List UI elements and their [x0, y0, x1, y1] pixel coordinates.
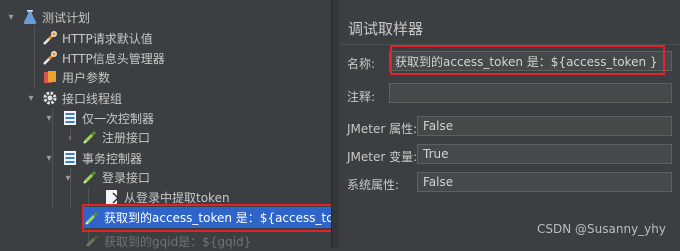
highlight-box [390, 45, 665, 75]
wrench-icon [43, 51, 57, 65]
highlight-box [82, 204, 336, 232]
tree-node-label: 仅一次控制器 [82, 111, 155, 126]
test-plan-tree[interactable]: ▾ 测试计划 HTTP请求默认值 HTTP信息头管理器 用户参数 ▾ 接口线程组… [0, 0, 347, 251]
pipette-icon [83, 170, 97, 184]
flask-icon [23, 10, 37, 24]
controller-icon [64, 111, 76, 125]
tree-node-label: 获取到的gqid是：${gqid} [104, 234, 252, 249]
wrench-icon [43, 31, 57, 45]
tree-node-http-headers[interactable]: HTTP信息头管理器 [42, 48, 165, 68]
extractor-icon [106, 190, 120, 204]
name-label: 名称: [347, 57, 376, 71]
jmeter-properties-select[interactable]: False [417, 116, 672, 136]
watermark: CSDN @Susanny_yhy [537, 222, 666, 236]
tree-guide-line [34, 26, 35, 88]
tree-node-thread-group[interactable]: 接口线程组 [42, 88, 122, 108]
system-properties-label: 系统属性: [347, 178, 400, 192]
tree-node-login-api[interactable]: 登录接口 [82, 167, 150, 187]
tree-node-label: 事务控制器 [82, 151, 143, 166]
tree-node-label: 接口线程组 [62, 91, 123, 106]
preprocessor-icon [44, 71, 56, 83]
pipette-icon [85, 234, 99, 248]
tree-node-user-params[interactable]: 用户参数 [42, 67, 110, 87]
system-properties-select[interactable]: False [417, 172, 672, 192]
tree-node-label: 测试计划 [42, 10, 91, 25]
tree-node-label: 从登录中提取token [124, 190, 230, 205]
jmeter-variables-label: JMeter 变量: [347, 150, 418, 164]
tree-node-transaction-controller[interactable]: 事务控制器 [62, 148, 142, 168]
tree-node-http-defaults[interactable]: HTTP请求默认值 [42, 28, 153, 48]
tree-node-label: HTTP请求默认值 [62, 31, 153, 46]
panel-title: 调试取样器 [348, 20, 424, 38]
tree-node-label: HTTP信息头管理器 [62, 51, 165, 66]
comment-field[interactable] [389, 83, 672, 103]
tree-node-test-plan[interactable]: 测试计划 [22, 7, 90, 27]
tree-node-register-api[interactable]: 注册接口 [82, 127, 150, 147]
tree-node-label: 登录接口 [102, 170, 151, 185]
collapse-chevron-icon[interactable]: ▾ [63, 173, 73, 184]
tree-node-gqid-sampler[interactable]: 获取到的gqid是：${gqid} [84, 231, 251, 251]
pipette-icon [83, 130, 97, 144]
jmeter-properties-label: JMeter 属性: [347, 122, 418, 136]
debug-sampler-panel: 调试取样器 名称: 获取到的access_token 是：${access_to… [339, 0, 680, 248]
tree-node-once-controller[interactable]: 仅一次控制器 [62, 108, 154, 128]
gear-icon [43, 91, 57, 105]
tree-node-label: 用户参数 [62, 70, 111, 85]
tree-node-label: 注册接口 [102, 130, 151, 145]
collapse-chevron-icon[interactable]: ▾ [6, 12, 16, 23]
comment-label: 注释: [347, 90, 376, 104]
collapse-chevron-icon[interactable]: ▾ [44, 113, 54, 124]
collapse-chevron-icon[interactable]: ▾ [26, 93, 36, 104]
collapse-chevron-icon[interactable]: ▾ [44, 153, 54, 164]
controller-icon [64, 151, 76, 165]
expand-chevron-icon[interactable]: › [65, 133, 75, 144]
jmeter-variables-select[interactable]: True [417, 144, 672, 164]
